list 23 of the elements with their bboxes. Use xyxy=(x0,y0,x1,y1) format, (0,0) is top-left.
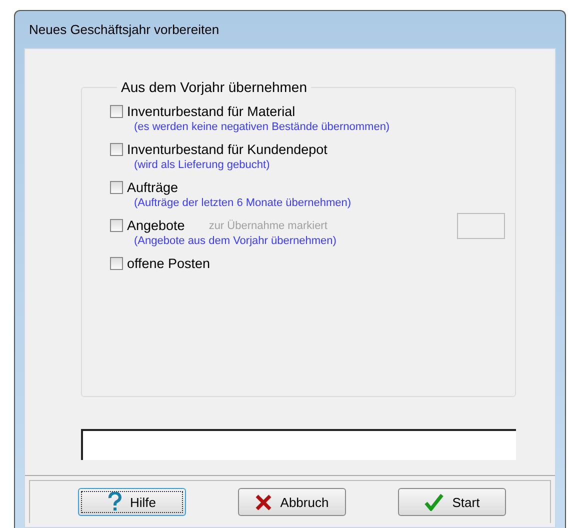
checkbox[interactable] xyxy=(110,257,123,270)
option-label[interactable]: Aufträge xyxy=(127,180,178,195)
option-label[interactable]: Inventurbestand für Kundendepot xyxy=(127,142,328,157)
option-label[interactable]: Inventurbestand für Material xyxy=(127,104,296,119)
option-hint: (Aufträge der letzten 6 Monate übernehmen) xyxy=(134,197,352,209)
option-hint: (es werden keine negativen Bestände übernommen) xyxy=(134,121,391,133)
checkbox[interactable] xyxy=(110,219,123,232)
option-hint: (wird als Lieferung gebucht) xyxy=(134,159,271,171)
question-mark-icon xyxy=(108,492,122,512)
checkbox[interactable] xyxy=(110,143,123,156)
dialog-button[interactable]: Start xyxy=(398,488,506,516)
dialog-button[interactable]: Hilfe xyxy=(78,488,186,516)
x-mark-icon xyxy=(255,494,272,510)
option-note: zur Übernahme markiert xyxy=(208,220,328,232)
option-label[interactable]: Angebote xyxy=(127,218,185,233)
checkmark-icon xyxy=(424,493,444,511)
option-label[interactable]: offene Posten xyxy=(127,256,210,271)
dialog-button[interactable]: Abbruch xyxy=(238,488,346,516)
window-title: Neues Geschäftsjahr vorbereiten xyxy=(28,22,220,37)
checkbox[interactable] xyxy=(110,105,123,118)
group-title: Aus dem Vorjahr übernehmen xyxy=(120,79,308,95)
option-hint: (Angebote aus dem Vorjahr übernehmen) xyxy=(134,235,338,247)
checkbox[interactable] xyxy=(110,181,123,194)
